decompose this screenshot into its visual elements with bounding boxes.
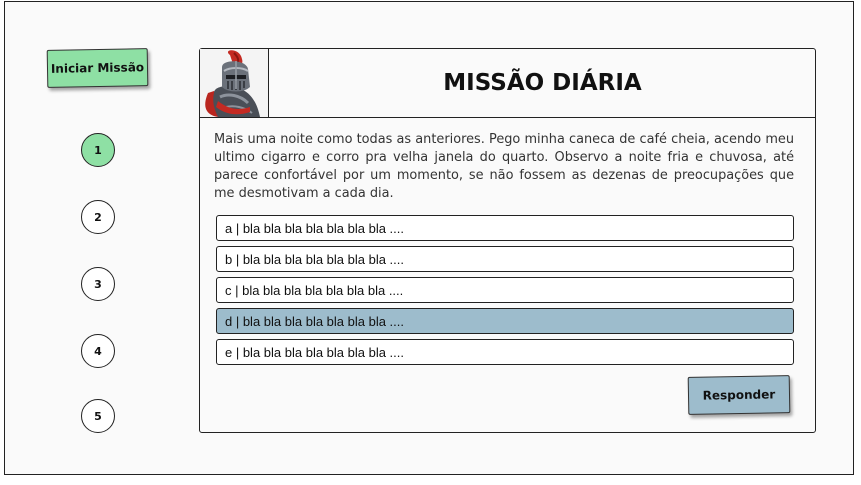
step-2[interactable]: 2 — [81, 200, 115, 234]
option-e[interactable]: e | bla bla bla bla bla bla bla .... — [216, 339, 794, 365]
option-b[interactable]: b | bla bla bla bla bla bla bla .... — [216, 246, 794, 272]
mission-story: Mais uma noite como todas as anteriores.… — [214, 132, 794, 201]
step-3[interactable]: 3 — [81, 267, 115, 301]
mission-title: MISSÃO DIÁRIA — [443, 70, 642, 96]
answer-options: a | bla bla bla bla bla bla bla .... b |… — [216, 215, 794, 370]
option-a[interactable]: a | bla bla bla bla bla bla bla .... — [216, 215, 794, 241]
option-c[interactable]: c | bla bla bla bla bla bla bla .... — [216, 277, 794, 303]
answer-button[interactable]: Responder — [687, 375, 791, 415]
option-d[interactable]: d | bla bla bla bla bla bla bla .... — [216, 308, 794, 334]
knight-icon — [200, 49, 269, 117]
step-4[interactable]: 4 — [81, 334, 115, 368]
step-1[interactable]: 1 — [81, 133, 115, 167]
step-5[interactable]: 5 — [81, 399, 115, 433]
mission-header: MISSÃO DIÁRIA — [200, 49, 815, 118]
mission-card: MISSÃO DIÁRIA Mais uma noite como todas … — [199, 48, 816, 433]
start-mission-button[interactable]: Iniciar Missão — [46, 48, 149, 88]
